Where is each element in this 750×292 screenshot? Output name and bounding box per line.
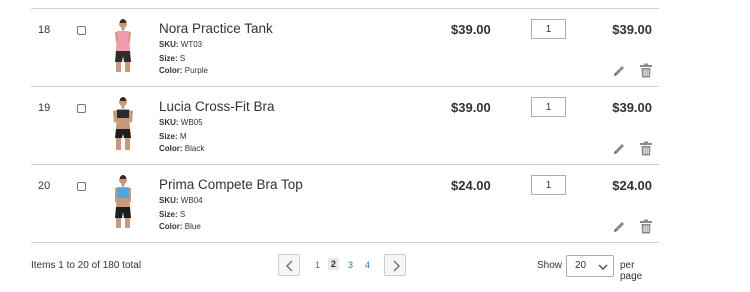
size-value: M: [179, 132, 187, 141]
row-index: 19: [38, 102, 51, 114]
chevron-left-icon: [285, 260, 293, 272]
page-link[interactable]: 1: [315, 260, 320, 270]
row-checkbox[interactable]: [77, 182, 86, 191]
trash-icon[interactable]: [639, 219, 653, 234]
color-value: Black: [184, 144, 205, 153]
per-page-label: per page: [620, 260, 643, 282]
cart-item-row: 19 Lucia Cross-Fit Bra SKU: WB05 Size: M…: [31, 86, 659, 164]
next-page-button[interactable]: [384, 254, 406, 276]
items-count: Items 1 to 20 of 180 total: [31, 260, 142, 271]
product-color: Color: Purple: [159, 66, 208, 75]
product-image[interactable]: [103, 96, 143, 154]
color-label: Color:: [159, 66, 183, 75]
show-label: Show: [537, 260, 563, 271]
sku-label: SKU:: [159, 40, 179, 49]
product-color: Color: Blue: [159, 222, 201, 231]
unit-price: $24.00: [451, 178, 491, 193]
quantity-input[interactable]: 1: [531, 175, 566, 195]
product-sku: SKU: WB05: [159, 118, 203, 127]
product-name[interactable]: Prima Compete Bra Top: [159, 177, 303, 192]
unit-price: $39.00: [451, 22, 491, 37]
sku-value: WT03: [180, 40, 203, 49]
per-page-select[interactable]: 20: [566, 255, 614, 277]
color-label: Color:: [159, 144, 183, 153]
size-value: S: [179, 210, 186, 219]
color-value: Purple: [184, 66, 208, 75]
unit-price: $39.00: [451, 100, 491, 115]
previous-page-button[interactable]: [278, 254, 300, 276]
size-label: Size:: [159, 132, 178, 141]
pencil-icon[interactable]: [612, 142, 626, 156]
quantity-input[interactable]: 1: [531, 97, 566, 117]
size-label: Size:: [159, 54, 178, 63]
trash-icon[interactable]: [639, 63, 653, 78]
color-value: Blue: [184, 222, 201, 231]
sku-value: WB04: [180, 196, 203, 205]
page-link[interactable]: 3: [348, 260, 353, 270]
product-name[interactable]: Nora Practice Tank: [159, 21, 273, 36]
quantity-input[interactable]: 1: [531, 19, 566, 39]
product-image[interactable]: [103, 174, 143, 232]
product-name[interactable]: Lucia Cross-Fit Bra: [159, 99, 275, 114]
cart-item-row: 18 Nora Practice Tank SKU: WT03 Size: S …: [31, 8, 659, 86]
row-subtotal: $39.00: [612, 100, 652, 115]
size-value: S: [179, 54, 186, 63]
cart-item-row: 20 Prima Compete Bra Top SKU: WB04 Size:…: [31, 164, 659, 243]
product-sku: SKU: WB04: [159, 196, 203, 205]
row-subtotal: $39.00: [612, 22, 652, 37]
chevron-down-icon: [598, 264, 608, 270]
pencil-icon[interactable]: [612, 64, 626, 78]
product-sku: SKU: WT03: [159, 40, 202, 49]
size-label: Size:: [159, 210, 178, 219]
product-size: Size: M: [159, 132, 187, 141]
per-page-value: 20: [575, 260, 587, 271]
trash-icon[interactable]: [639, 141, 653, 156]
product-image[interactable]: [103, 18, 143, 76]
row-index: 20: [38, 180, 51, 192]
product-size: Size: S: [159, 210, 185, 219]
row-index: 18: [38, 24, 51, 36]
cart-items-table: 18 Nora Practice Tank SKU: WT03 Size: S …: [31, 8, 659, 243]
cart-toolbar: Items 1 to 20 of 180 total 1 2 3 4 Show …: [31, 252, 659, 282]
sku-value: WB05: [180, 118, 203, 127]
row-checkbox[interactable]: [77, 26, 86, 35]
row-checkbox[interactable]: [77, 104, 86, 113]
color-label: Color:: [159, 222, 183, 231]
row-subtotal: $24.00: [612, 178, 652, 193]
sku-label: SKU:: [159, 118, 179, 127]
product-size: Size: S: [159, 54, 185, 63]
page-link[interactable]: 4: [365, 260, 370, 270]
current-page: 2: [328, 258, 340, 270]
sku-label: SKU:: [159, 196, 179, 205]
pencil-icon[interactable]: [612, 220, 626, 234]
product-color: Color: Black: [159, 144, 204, 153]
chevron-right-icon: [393, 260, 401, 272]
